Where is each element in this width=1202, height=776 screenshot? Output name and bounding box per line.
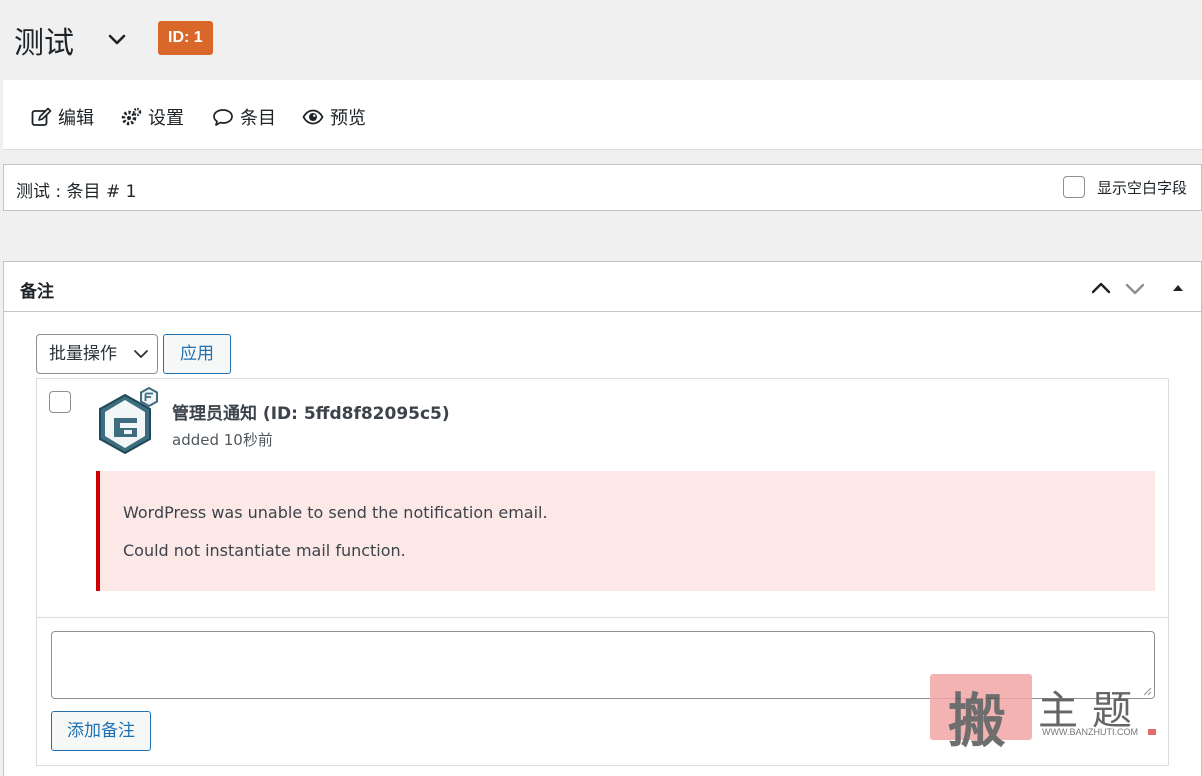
- eye-icon: [302, 109, 324, 125]
- notes-panel-title: 备注: [20, 282, 54, 302]
- error-message-line: Could not instantiate mail function.: [123, 541, 406, 560]
- move-down-icon[interactable]: [1124, 277, 1146, 299]
- comment-icon: [213, 109, 233, 126]
- collapse-toggle-icon[interactable]: [1167, 277, 1189, 299]
- toolbar-entries-label: 条目: [240, 108, 276, 129]
- note-select-checkbox[interactable]: [49, 391, 71, 413]
- page-header: 测试 ID: 1: [0, 0, 1202, 78]
- watermark-seal-char: 搬: [948, 687, 1007, 755]
- watermark-mark: [1148, 729, 1156, 735]
- bulk-action-select[interactable]: 批量操作: [36, 334, 158, 374]
- apply-button[interactable]: 应用: [163, 334, 231, 374]
- move-up-icon[interactable]: [1090, 277, 1112, 299]
- watermark-seal: 搬: [930, 674, 1032, 755]
- watermark: 搬 主题 WWW.BANZHUTI.COM: [930, 672, 1160, 755]
- bulk-action-value: 批量操作: [49, 344, 117, 364]
- note-timestamp: added 10秒前: [172, 431, 273, 449]
- show-empty-fields-toggle[interactable]: 显示空白字段: [1062, 176, 1187, 198]
- entry-title-bar: 测试 : 条目 # 1 显示空白字段: [3, 164, 1202, 211]
- form-title: 测试: [14, 26, 74, 61]
- toolbar-preview-label: 预览: [330, 108, 366, 129]
- notes-panel-header: 备注: [4, 262, 1201, 312]
- show-empty-label: 显示空白字段: [1096, 178, 1187, 197]
- chevron-down-icon[interactable]: [106, 28, 128, 50]
- toolbar-entries[interactable]: 条目: [212, 106, 276, 129]
- toolbar-preview[interactable]: 预览: [302, 106, 366, 129]
- toolbar-settings-label: 设置: [148, 108, 184, 129]
- error-notice: WordPress was unable to send the notific…: [96, 471, 1155, 591]
- toolbar-edit[interactable]: 编辑: [30, 106, 94, 129]
- edit-icon: [31, 107, 52, 126]
- entry-title: 测试 : 条目 # 1: [16, 182, 137, 202]
- id-badge: ID: 1: [158, 21, 213, 55]
- error-message-line: WordPress was unable to send the notific…: [123, 503, 548, 522]
- gear-icon: [121, 107, 142, 126]
- note-author: 管理员通知 (ID: 5ffd8f82095c5): [172, 404, 450, 424]
- chevron-down-icon: [134, 350, 148, 358]
- watermark-url: WWW.BANZHUTI.COM: [1042, 727, 1138, 737]
- entry-toolbar: 编辑 设置 条目 预览: [3, 80, 1202, 150]
- toolbar-edit-label: 编辑: [58, 108, 94, 129]
- add-note-button[interactable]: 添加备注: [51, 711, 151, 751]
- show-empty-checkbox[interactable]: [1062, 176, 1085, 198]
- divider: [37, 617, 1168, 618]
- gravity-forms-logo-icon: [99, 387, 158, 455]
- toolbar-settings[interactable]: 设置: [120, 106, 184, 129]
